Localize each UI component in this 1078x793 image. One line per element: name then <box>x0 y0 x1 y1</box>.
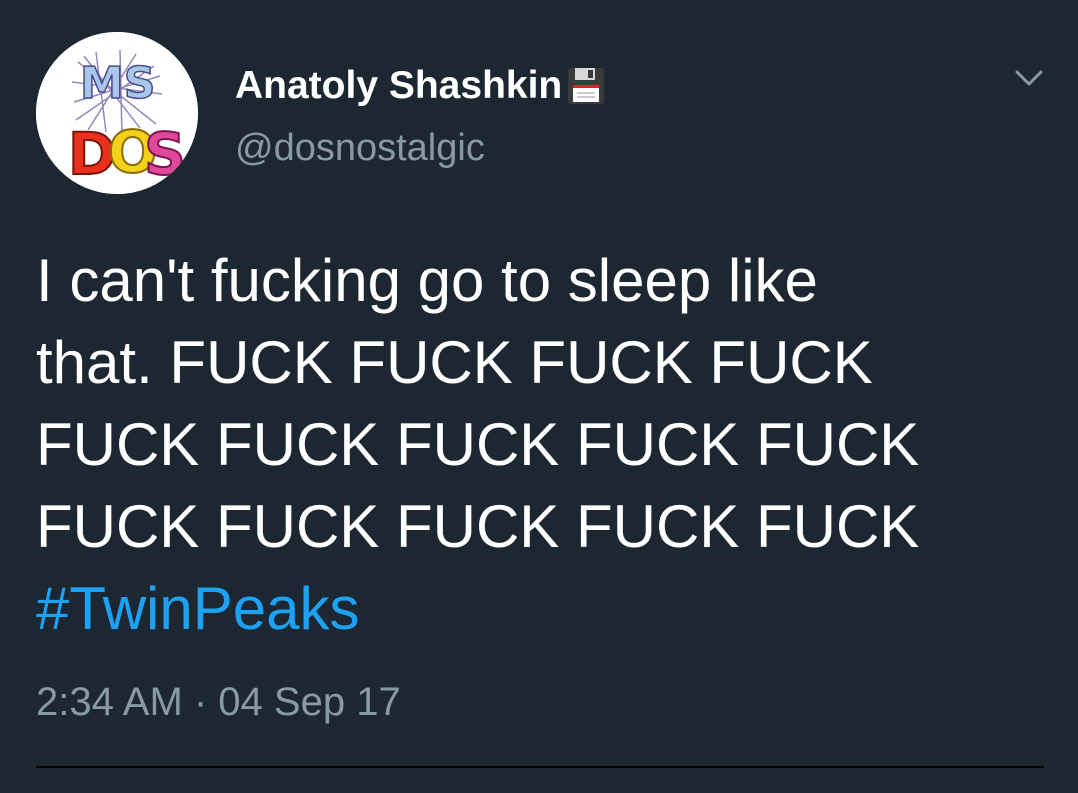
tweet-text-line: FUCK FUCK FUCK FUCK FUCK <box>36 411 920 478</box>
tweet-text-line: that. FUCK FUCK FUCK FUCK <box>36 329 873 396</box>
divider <box>36 766 1044 768</box>
avatar[interactable]: MS D O S <box>36 32 198 194</box>
tweet-text-line: I can't fucking go to sleep like <box>36 247 818 314</box>
floppy-disk-icon <box>566 66 606 106</box>
ms-dos-logo-icon: MS D O S <box>36 32 198 194</box>
svg-text:MS: MS <box>80 58 155 109</box>
display-name-text: Anatoly Shashkin <box>235 64 563 107</box>
svg-text:S: S <box>144 120 186 188</box>
tweet-text: I can't fucking go to sleep like that. F… <box>36 240 1046 650</box>
author-display-name[interactable]: Anatoly Shashkin <box>235 60 606 112</box>
chevron-down-icon[interactable] <box>1011 60 1047 96</box>
tweet-text-line: FUCK FUCK FUCK FUCK FUCK <box>36 493 920 560</box>
tweet-timestamp[interactable]: 2:34 AM · 04 Sep 17 <box>36 676 401 728</box>
tweet-card: MS D O S Anatoly Shashkin @dosnostalgic <box>0 0 1078 793</box>
author-handle[interactable]: @dosnostalgic <box>235 124 485 172</box>
hashtag-link[interactable]: #TwinPeaks <box>36 568 1046 650</box>
